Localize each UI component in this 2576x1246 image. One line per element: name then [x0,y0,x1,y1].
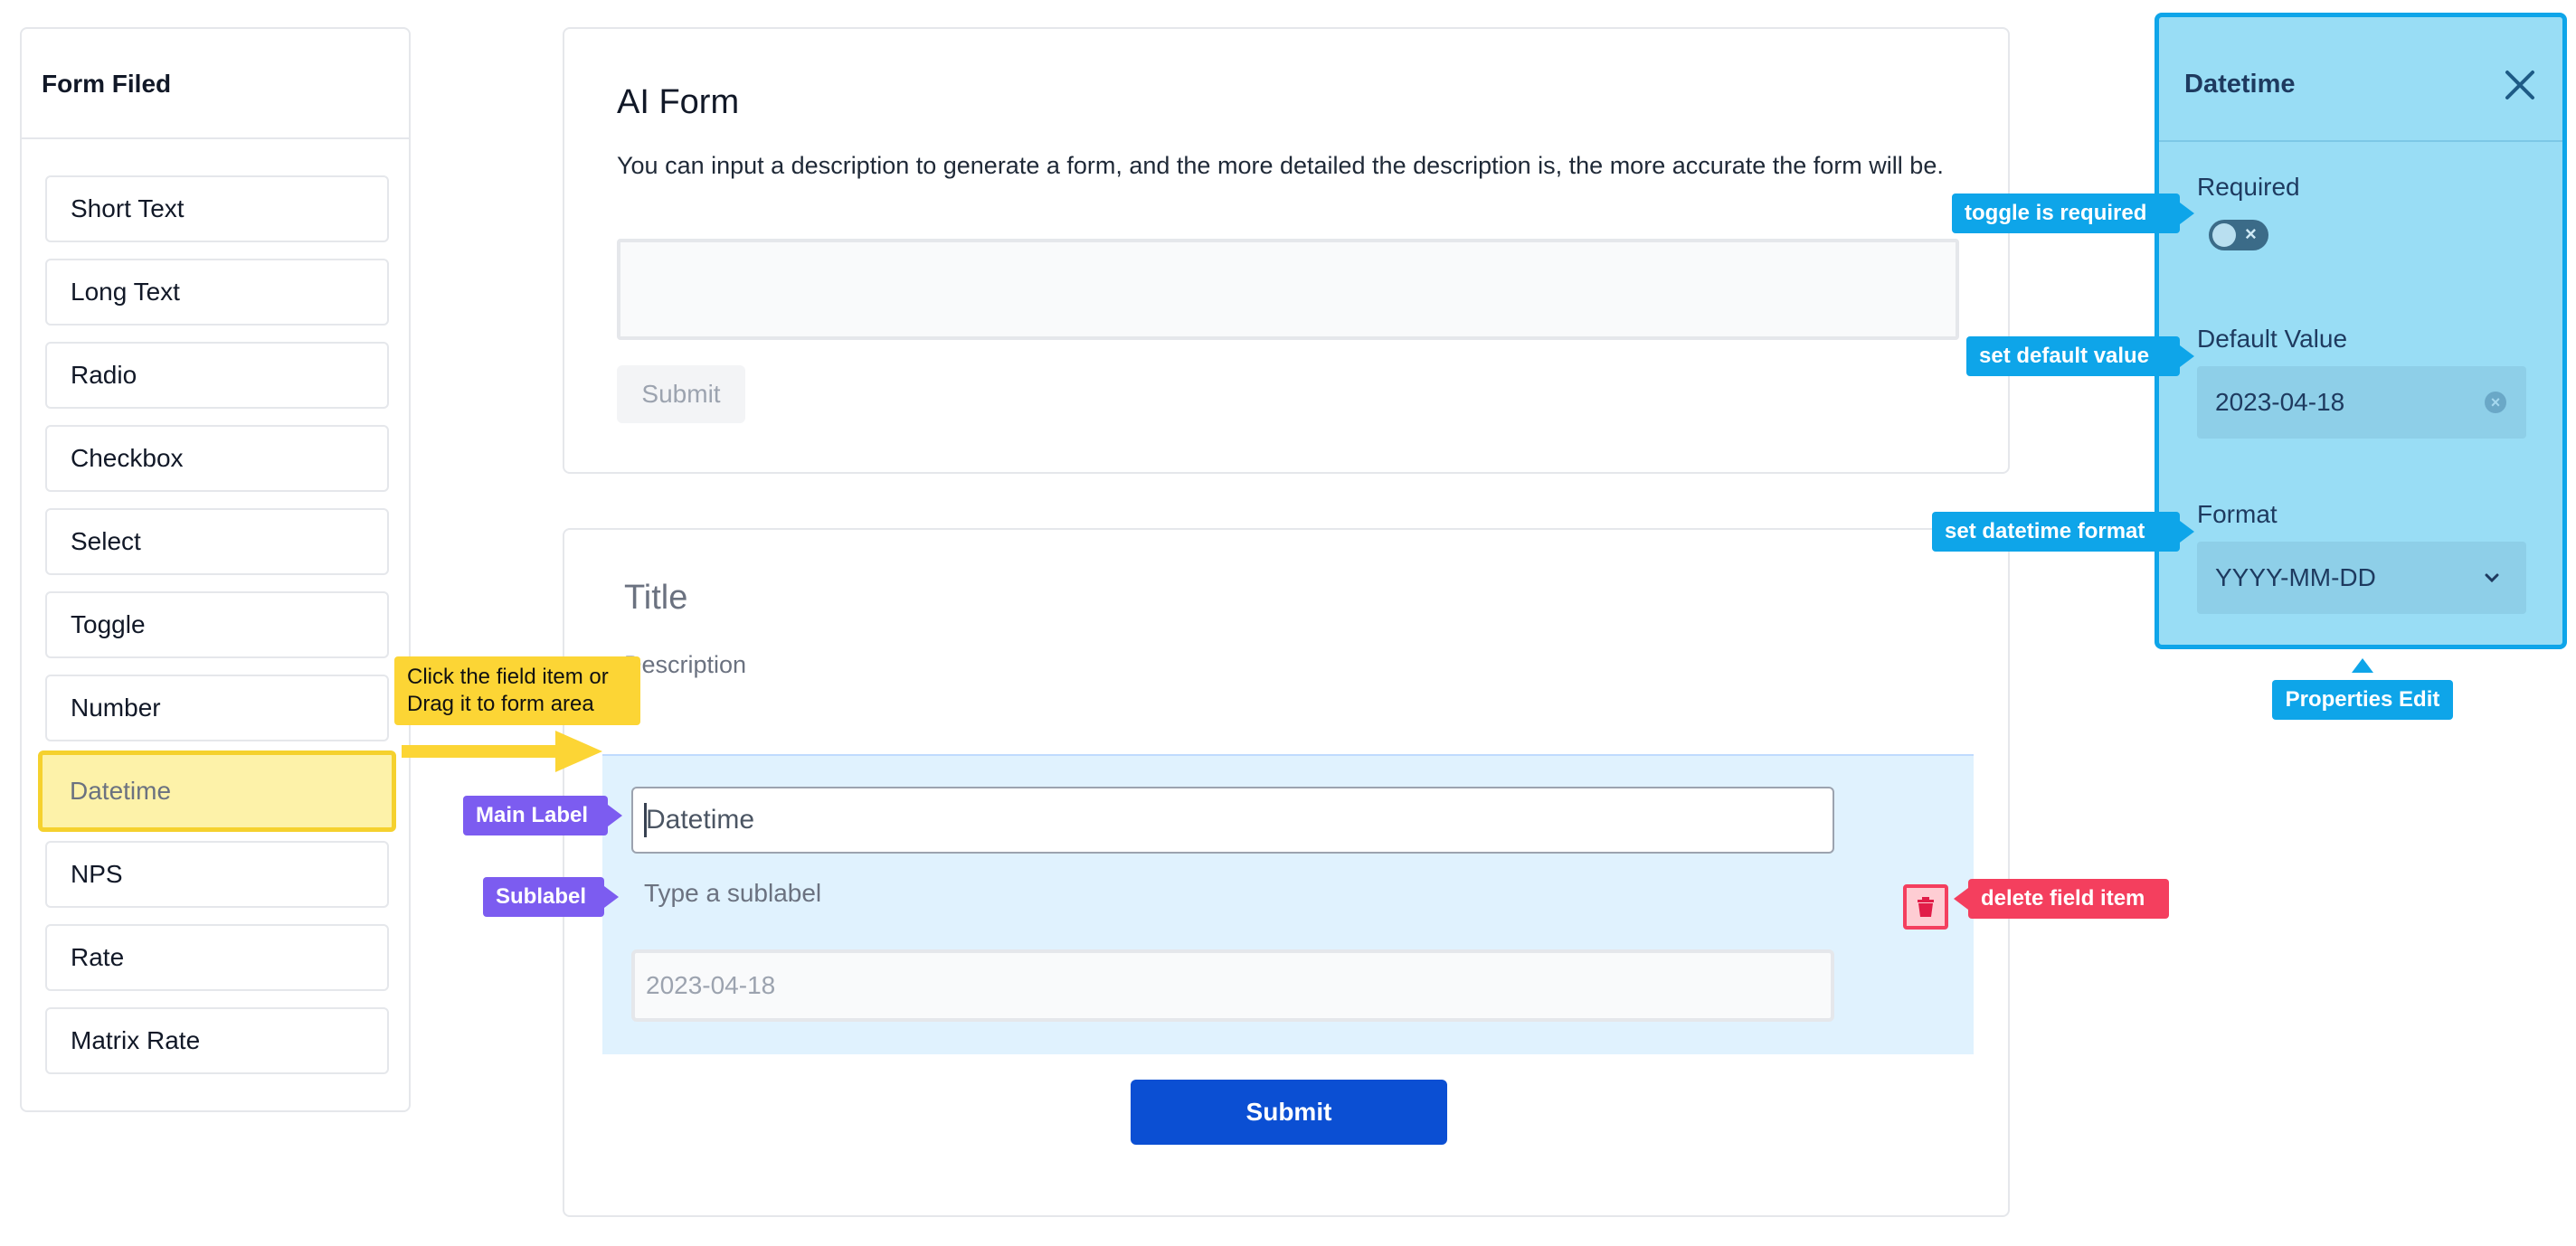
set-format-pointer [2180,521,2194,543]
field-item-select[interactable]: Select [45,508,389,575]
sublabel-pointer [604,886,619,908]
field-item-long-text[interactable]: Long Text [45,259,389,326]
delete-field-callout: delete field item [1968,879,2169,919]
default-value-input[interactable]: 2023-04-18 × [2197,366,2526,439]
form-submit-button[interactable]: Submit [1131,1080,1447,1145]
toggle-knob [2212,223,2236,247]
delete-field-button[interactable] [1903,884,1948,930]
set-default-pointer [2180,345,2194,367]
field-item-short-text[interactable]: Short Text [45,175,389,242]
toggle-required-pointer [2180,203,2194,224]
drag-hint-line-1: Click the field item or [407,665,609,689]
field-item-matrix-rate[interactable]: Matrix Rate [45,1007,389,1074]
format-select[interactable]: YYYY-MM-DD [2197,542,2526,614]
field-item-number[interactable]: Number [45,675,389,741]
panel-header: Datetime [2159,17,2562,142]
clear-icon[interactable]: × [2485,392,2506,413]
format-value: YYYY-MM-DD [2215,563,2376,591]
panel-title: Datetime [2184,70,2296,99]
field-item-nps[interactable]: NPS [45,841,389,908]
properties-edit-pointer [2352,658,2373,673]
field-item-checkbox[interactable]: Checkbox [45,425,389,492]
main-label-pointer [608,805,622,826]
chevron-down-icon [2485,573,2499,583]
main-label-input[interactable]: Datetime [631,787,1834,854]
sublabel-callout: Sublabel [483,877,604,917]
delete-pointer [1954,888,1968,910]
field-item-radio[interactable]: Radio [45,342,389,409]
field-item-datetime[interactable]: Datetime [38,750,396,832]
ai-submit-button[interactable]: Submit [617,365,745,423]
toggle-off-icon: × [2245,222,2257,245]
ai-form-title: AI Form [617,83,740,121]
toggle-required-callout: toggle is required [1952,194,2180,233]
form-field-sidebar: Form Filed Short Text Long Text Radio Ch… [20,27,411,1112]
drag-hint-line-2: Drag it to form area [407,692,594,716]
form-description[interactable]: Description [624,651,746,679]
default-value-text: 2023-04-18 [2215,388,2345,416]
properties-edit-callout: Properties Edit [2272,680,2453,720]
ai-form-card: AI Form You can input a description to g… [563,27,2010,474]
main-label-text: Datetime [646,805,755,835]
datetime-field-block[interactable]: Datetime Type a sublabel 2023-04-18 [602,754,1974,1054]
default-value-label: Default Value [2197,325,2348,353]
form-builder-card: Title Description Datetime Type a sublab… [563,528,2010,1217]
form-title[interactable]: Title [624,579,687,618]
properties-panel: Datetime Required × Default Value 2023-0… [2155,13,2567,649]
text-caret [644,803,647,837]
field-item-toggle[interactable]: Toggle [45,591,389,658]
ai-description-textarea[interactable] [617,239,1959,340]
drag-arrow-icon [402,731,602,772]
trash-icon [1918,897,1934,917]
ai-form-description: You can input a description to generate … [617,152,1944,179]
set-default-callout: set default value [1966,336,2180,376]
field-item-rate[interactable]: Rate [45,924,389,991]
main-label-callout: Main Label [463,796,608,835]
close-icon[interactable] [2503,68,2537,102]
required-label: Required [2197,173,2300,201]
datetime-input[interactable]: 2023-04-18 [631,949,1834,1022]
set-format-callout: set datetime format [1932,512,2180,552]
required-toggle[interactable]: × [2209,220,2268,250]
sidebar-title: Form Filed [22,29,409,139]
drag-hint-callout: Click the field item or Drag it to form … [394,656,640,725]
sublabel-input[interactable]: Type a sublabel [644,879,821,908]
format-label: Format [2197,500,2278,528]
